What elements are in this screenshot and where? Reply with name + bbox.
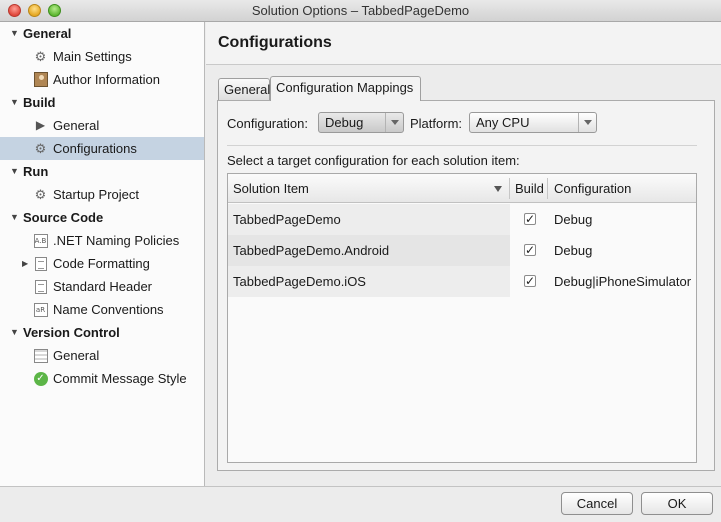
column-header-solution-item[interactable]: Solution Item <box>233 174 309 203</box>
tab-configuration-mappings[interactable]: Configuration Mappings <box>270 76 421 101</box>
table-row[interactable]: TabbedPageDemo Debug <box>228 204 696 235</box>
solution-item-cell: TabbedPageDemo <box>228 204 510 235</box>
disclosure-expanded-icon[interactable]: ▼ <box>10 321 19 344</box>
chevron-down-icon <box>578 113 596 132</box>
build-checkbox[interactable] <box>524 204 536 235</box>
title-bar: Solution Options – TabbedPageDemo <box>0 0 721 22</box>
build-checkbox[interactable] <box>524 266 536 297</box>
sidebar-item-code-formatting[interactable]: ▶ Code Formatting <box>0 252 204 275</box>
configuration-cell[interactable]: Debug <box>554 204 592 235</box>
naming-policies-icon: A.B <box>33 233 48 248</box>
sidebar-item-startup-project[interactable]: ⚙ Startup Project <box>0 183 204 206</box>
checkmark-circle-icon: ✓ <box>33 371 48 386</box>
play-icon: ▶︎ <box>35 118 46 132</box>
sidebar-item-commit-message-style[interactable]: ✓ Commit Message Style <box>0 367 204 390</box>
options-panel: Configurations General Configuration Map… <box>206 22 721 486</box>
configuration-label: Configuration: <box>227 116 308 131</box>
document-icon <box>33 256 48 271</box>
gear-icon: ⚙ <box>34 141 47 156</box>
platform-select[interactable]: Any CPU <box>469 112 597 133</box>
configuration-cell[interactable]: Debug <box>554 235 592 266</box>
gear-icon: ⚙ <box>34 49 47 64</box>
build-checkbox[interactable] <box>524 235 536 266</box>
divider <box>227 145 697 146</box>
platform-label: Platform: <box>410 116 463 131</box>
sidebar-item-standard-header[interactable]: Standard Header <box>0 275 204 298</box>
sidebar-item-vc-general[interactable]: General <box>0 344 204 367</box>
gear-icon: ⚙ <box>34 187 47 202</box>
page-title: Configurations <box>218 34 332 51</box>
window-title: Solution Options – TabbedPageDemo <box>251 3 470 18</box>
sort-descending-icon[interactable] <box>494 186 502 192</box>
sidebar-item-configurations[interactable]: ⚙ Configurations <box>0 137 204 160</box>
list-icon <box>33 348 48 363</box>
sidebar-category-version-control[interactable]: ▼ Version Control <box>0 321 204 344</box>
configuration-cell[interactable]: Debug|iPhoneSimulator <box>554 266 691 297</box>
disclosure-expanded-icon[interactable]: ▼ <box>10 22 19 45</box>
chevron-down-icon <box>385 113 403 132</box>
name-conventions-icon: aR <box>33 302 48 317</box>
sidebar-item-build-general[interactable]: ▶︎ General <box>0 114 204 137</box>
author-icon <box>33 72 48 87</box>
sidebar-item-name-conventions[interactable]: aR Name Conventions <box>0 298 204 321</box>
disclosure-expanded-icon[interactable]: ▼ <box>10 160 19 183</box>
dialog-footer: Cancel OK <box>0 486 721 522</box>
tab-general[interactable]: General <box>218 78 270 101</box>
sidebar-item-author-information[interactable]: Author Information <box>0 68 204 91</box>
sidebar-category-build[interactable]: ▼ Build <box>0 91 204 114</box>
options-sidebar: ▼ General ⚙ Main Settings Author Informa… <box>0 22 205 486</box>
document-icon <box>33 279 48 294</box>
ok-button[interactable]: OK <box>641 492 713 515</box>
disclosure-collapsed-icon[interactable]: ▶ <box>22 252 28 275</box>
instruction-text: Select a target configuration for each s… <box>227 153 520 168</box>
sidebar-item-net-naming-policies[interactable]: A.B .NET Naming Policies <box>0 229 204 252</box>
solution-item-cell: TabbedPageDemo.iOS <box>228 266 510 297</box>
sidebar-category-run[interactable]: ▼ Run <box>0 160 204 183</box>
configuration-select[interactable]: Debug <box>318 112 404 133</box>
table-row[interactable]: TabbedPageDemo.iOS Debug|iPhoneSimulator <box>228 266 696 297</box>
disclosure-expanded-icon[interactable]: ▼ <box>10 206 19 229</box>
sidebar-category-general[interactable]: ▼ General <box>0 22 204 45</box>
configuration-mapping-table: Solution Item Build Configuration Tabbed… <box>227 173 697 463</box>
table-row[interactable]: TabbedPageDemo.Android Debug <box>228 235 696 266</box>
solution-item-cell: TabbedPageDemo.Android <box>228 235 510 266</box>
column-header-configuration[interactable]: Configuration <box>554 174 631 203</box>
table-header: Solution Item Build Configuration <box>228 174 696 203</box>
disclosure-expanded-icon[interactable]: ▼ <box>10 91 19 114</box>
panel-header: Configurations <box>206 22 721 65</box>
sidebar-item-main-settings[interactable]: ⚙ Main Settings <box>0 45 204 68</box>
sidebar-category-source-code[interactable]: ▼ Source Code <box>0 206 204 229</box>
cancel-button[interactable]: Cancel <box>561 492 633 515</box>
column-header-build[interactable]: Build <box>515 174 544 203</box>
